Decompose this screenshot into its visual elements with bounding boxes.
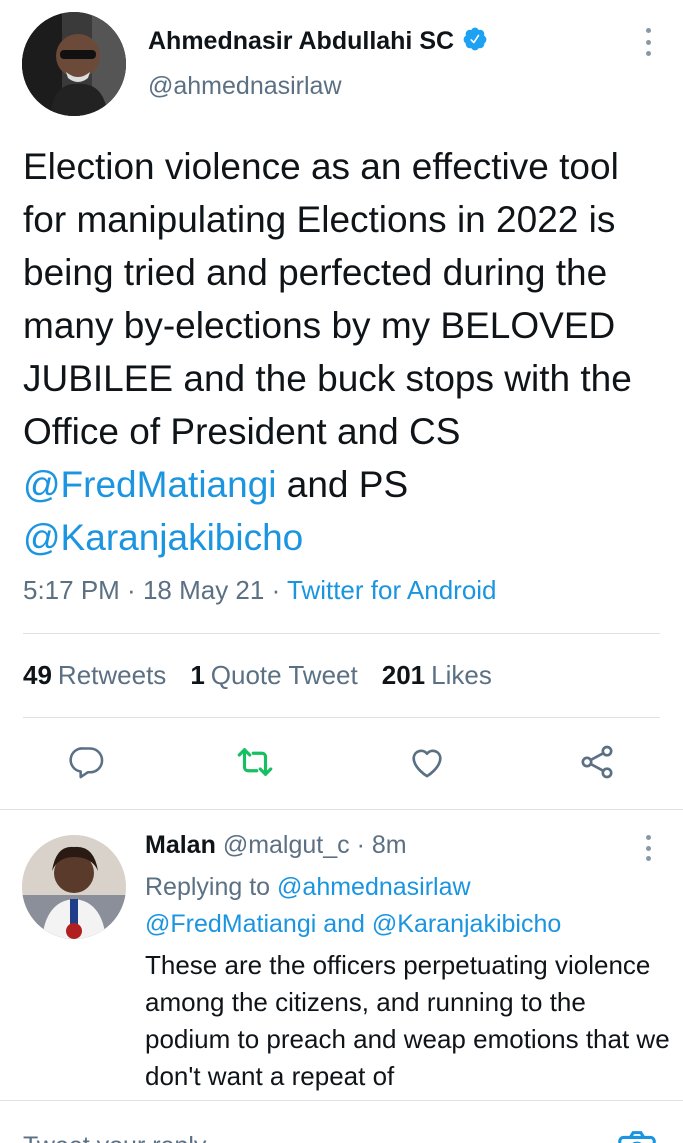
- author-handle[interactable]: @ahmednasirlaw: [148, 72, 342, 101]
- reply-header: Malan @malgut_c · 8m: [145, 831, 407, 860]
- reply-avatar[interactable]: [22, 835, 126, 939]
- tweet-text: Election violence as an effective tool f…: [23, 140, 663, 564]
- replying-mention-fredmatiangi[interactable]: @FredMatiangi: [145, 910, 316, 938]
- retweets-stat[interactable]: 49 Retweets: [23, 660, 166, 691]
- tweet-actions: [0, 740, 683, 790]
- reply-text: These are the officers perpetuating viol…: [145, 950, 670, 1091]
- reply-input[interactable]: Tweet your reply: [23, 1132, 206, 1143]
- retweet-icon[interactable]: [233, 740, 277, 784]
- tweet-stats: 49 Retweets 1 Quote Tweet 201 Likes: [23, 660, 492, 691]
- reply-composer[interactable]: Tweet your reply: [0, 1100, 683, 1143]
- replying-to: Replying to @ahmednasirlaw @FredMatiangi …: [145, 869, 665, 943]
- reply-more-icon[interactable]: [643, 835, 653, 861]
- tweet-date: 18 May 21: [142, 575, 265, 605]
- divider: [23, 633, 660, 634]
- like-icon[interactable]: [405, 740, 449, 784]
- replying-mention-ahmednasirlaw[interactable]: @ahmednasirlaw: [277, 873, 471, 901]
- tweet-header: Ahmednasir Abdullahi SC @ahmednasirlaw: [0, 0, 683, 130]
- tweet-time: 5:17 PM: [23, 575, 120, 605]
- tweet-meta: 5:17 PM · 18 May 21 · Twitter for Androi…: [23, 575, 497, 606]
- author-display-name[interactable]: Ahmednasir Abdullahi SC: [148, 27, 454, 56]
- reply-icon[interactable]: [65, 740, 109, 784]
- meta-separator: ·: [119, 575, 143, 605]
- meta-separator-2: ·: [264, 575, 287, 605]
- mention-karanjakibicho[interactable]: @Karanjakibicho: [23, 517, 303, 558]
- reply-age: 8m: [371, 831, 407, 859]
- camera-icon[interactable]: [614, 1124, 660, 1143]
- divider: [0, 809, 683, 810]
- likes-stat[interactable]: 201 Likes: [382, 660, 492, 691]
- tweet-text-plain: Election violence as an effective tool f…: [23, 146, 632, 452]
- tweet-client[interactable]: Twitter for Android: [287, 575, 497, 605]
- tweet-text-mid: and PS: [276, 464, 409, 505]
- reply-author-handle[interactable]: @malgut_c: [223, 831, 350, 859]
- reply-author-name[interactable]: Malan: [145, 831, 216, 859]
- share-icon[interactable]: [575, 740, 619, 784]
- divider: [23, 717, 660, 718]
- quotes-stat[interactable]: 1 Quote Tweet: [190, 660, 357, 691]
- mention-fredmatiangi[interactable]: @FredMatiangi: [23, 464, 277, 505]
- replying-prefix: Replying to: [145, 873, 278, 901]
- replying-mention-karanjakibicho[interactable]: @Karanjakibicho: [372, 910, 561, 938]
- verified-icon: [462, 26, 488, 57]
- more-icon[interactable]: [643, 28, 653, 56]
- author-avatar[interactable]: [22, 12, 126, 116]
- reply-separator: ·: [349, 831, 372, 859]
- replying-and: and: [316, 910, 372, 938]
